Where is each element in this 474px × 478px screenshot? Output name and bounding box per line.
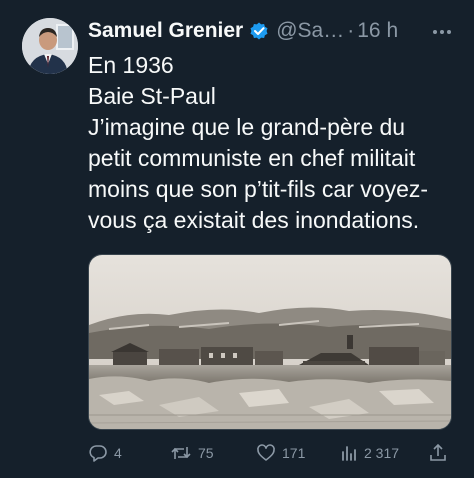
like-button[interactable]: 171 bbox=[256, 440, 305, 466]
tweet-header: Samuel Grenier @Sa… · 16 h bbox=[88, 14, 458, 48]
separator-dot: · bbox=[347, 19, 355, 42]
tweet-text-line: vous ça existait des inondations. bbox=[88, 207, 420, 233]
tweet-text-line: moins que son p’tit-fils car voyez- bbox=[88, 176, 429, 202]
tweet-actions: 4 75 171 2 317 bbox=[88, 440, 458, 466]
author-handle[interactable]: @Sa… bbox=[276, 19, 344, 43]
tweet-card[interactable]: Samuel Grenier @Sa… · 16 h En 1936 Baie … bbox=[0, 0, 474, 478]
tweet-content: Samuel Grenier @Sa… · 16 h En 1936 Baie … bbox=[88, 14, 458, 236]
more-dots-icon[interactable] bbox=[430, 22, 454, 42]
share-button[interactable] bbox=[428, 440, 448, 466]
tweet-timestamp[interactable]: 16 h bbox=[357, 19, 398, 43]
like-count: 171 bbox=[282, 445, 306, 461]
views-count: 2 317 bbox=[364, 445, 400, 461]
tweet-text: En 1936 Baie St-Paul J’imagine que le gr… bbox=[88, 50, 458, 236]
avatar[interactable] bbox=[22, 18, 78, 74]
tweet-text-line: Baie St-Paul bbox=[88, 83, 216, 109]
repost-button[interactable]: 75 bbox=[170, 440, 214, 466]
repost-icon bbox=[170, 443, 192, 463]
tweet-text-line: En 1936 bbox=[88, 52, 174, 78]
display-name[interactable]: Samuel Grenier bbox=[88, 19, 243, 43]
views-button[interactable]: 2 317 bbox=[340, 440, 399, 466]
reply-button[interactable]: 4 bbox=[88, 440, 122, 466]
tweet-text-line: J’imagine que le grand-père du bbox=[88, 114, 406, 140]
reply-count: 4 bbox=[114, 445, 122, 461]
reply-icon bbox=[88, 443, 108, 463]
views-chart-icon bbox=[340, 443, 358, 463]
verified-badge-icon bbox=[248, 20, 270, 42]
tweet-text-line: petit communiste en chef militait bbox=[88, 145, 416, 171]
share-icon bbox=[428, 443, 448, 463]
repost-count: 75 bbox=[198, 445, 214, 461]
heart-icon bbox=[256, 443, 276, 463]
tweet-photo[interactable] bbox=[88, 254, 452, 430]
